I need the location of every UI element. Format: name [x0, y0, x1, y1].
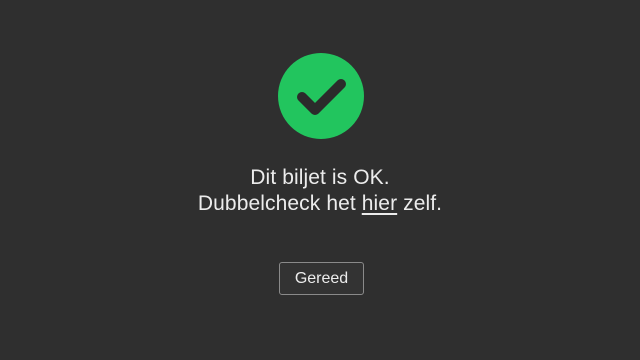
verify-here-link[interactable]: hier	[362, 192, 397, 215]
verify-instruction-suffix: zelf.	[397, 192, 443, 215]
check-circle-icon	[278, 53, 364, 139]
checkmark-icon	[297, 79, 346, 115]
verify-instruction: Dubbelcheck het hier zelf.	[0, 191, 640, 217]
ticket-check-screen: Dit biljet is OK. Dubbelcheck het hier z…	[0, 0, 640, 360]
status-headline: Dit biljet is OK.	[250, 166, 390, 189]
status-message: Dit biljet is OK. Dubbelcheck het hier z…	[0, 165, 640, 217]
done-button[interactable]: Gereed	[279, 262, 364, 295]
verify-instruction-prefix: Dubbelcheck het	[197, 192, 362, 215]
